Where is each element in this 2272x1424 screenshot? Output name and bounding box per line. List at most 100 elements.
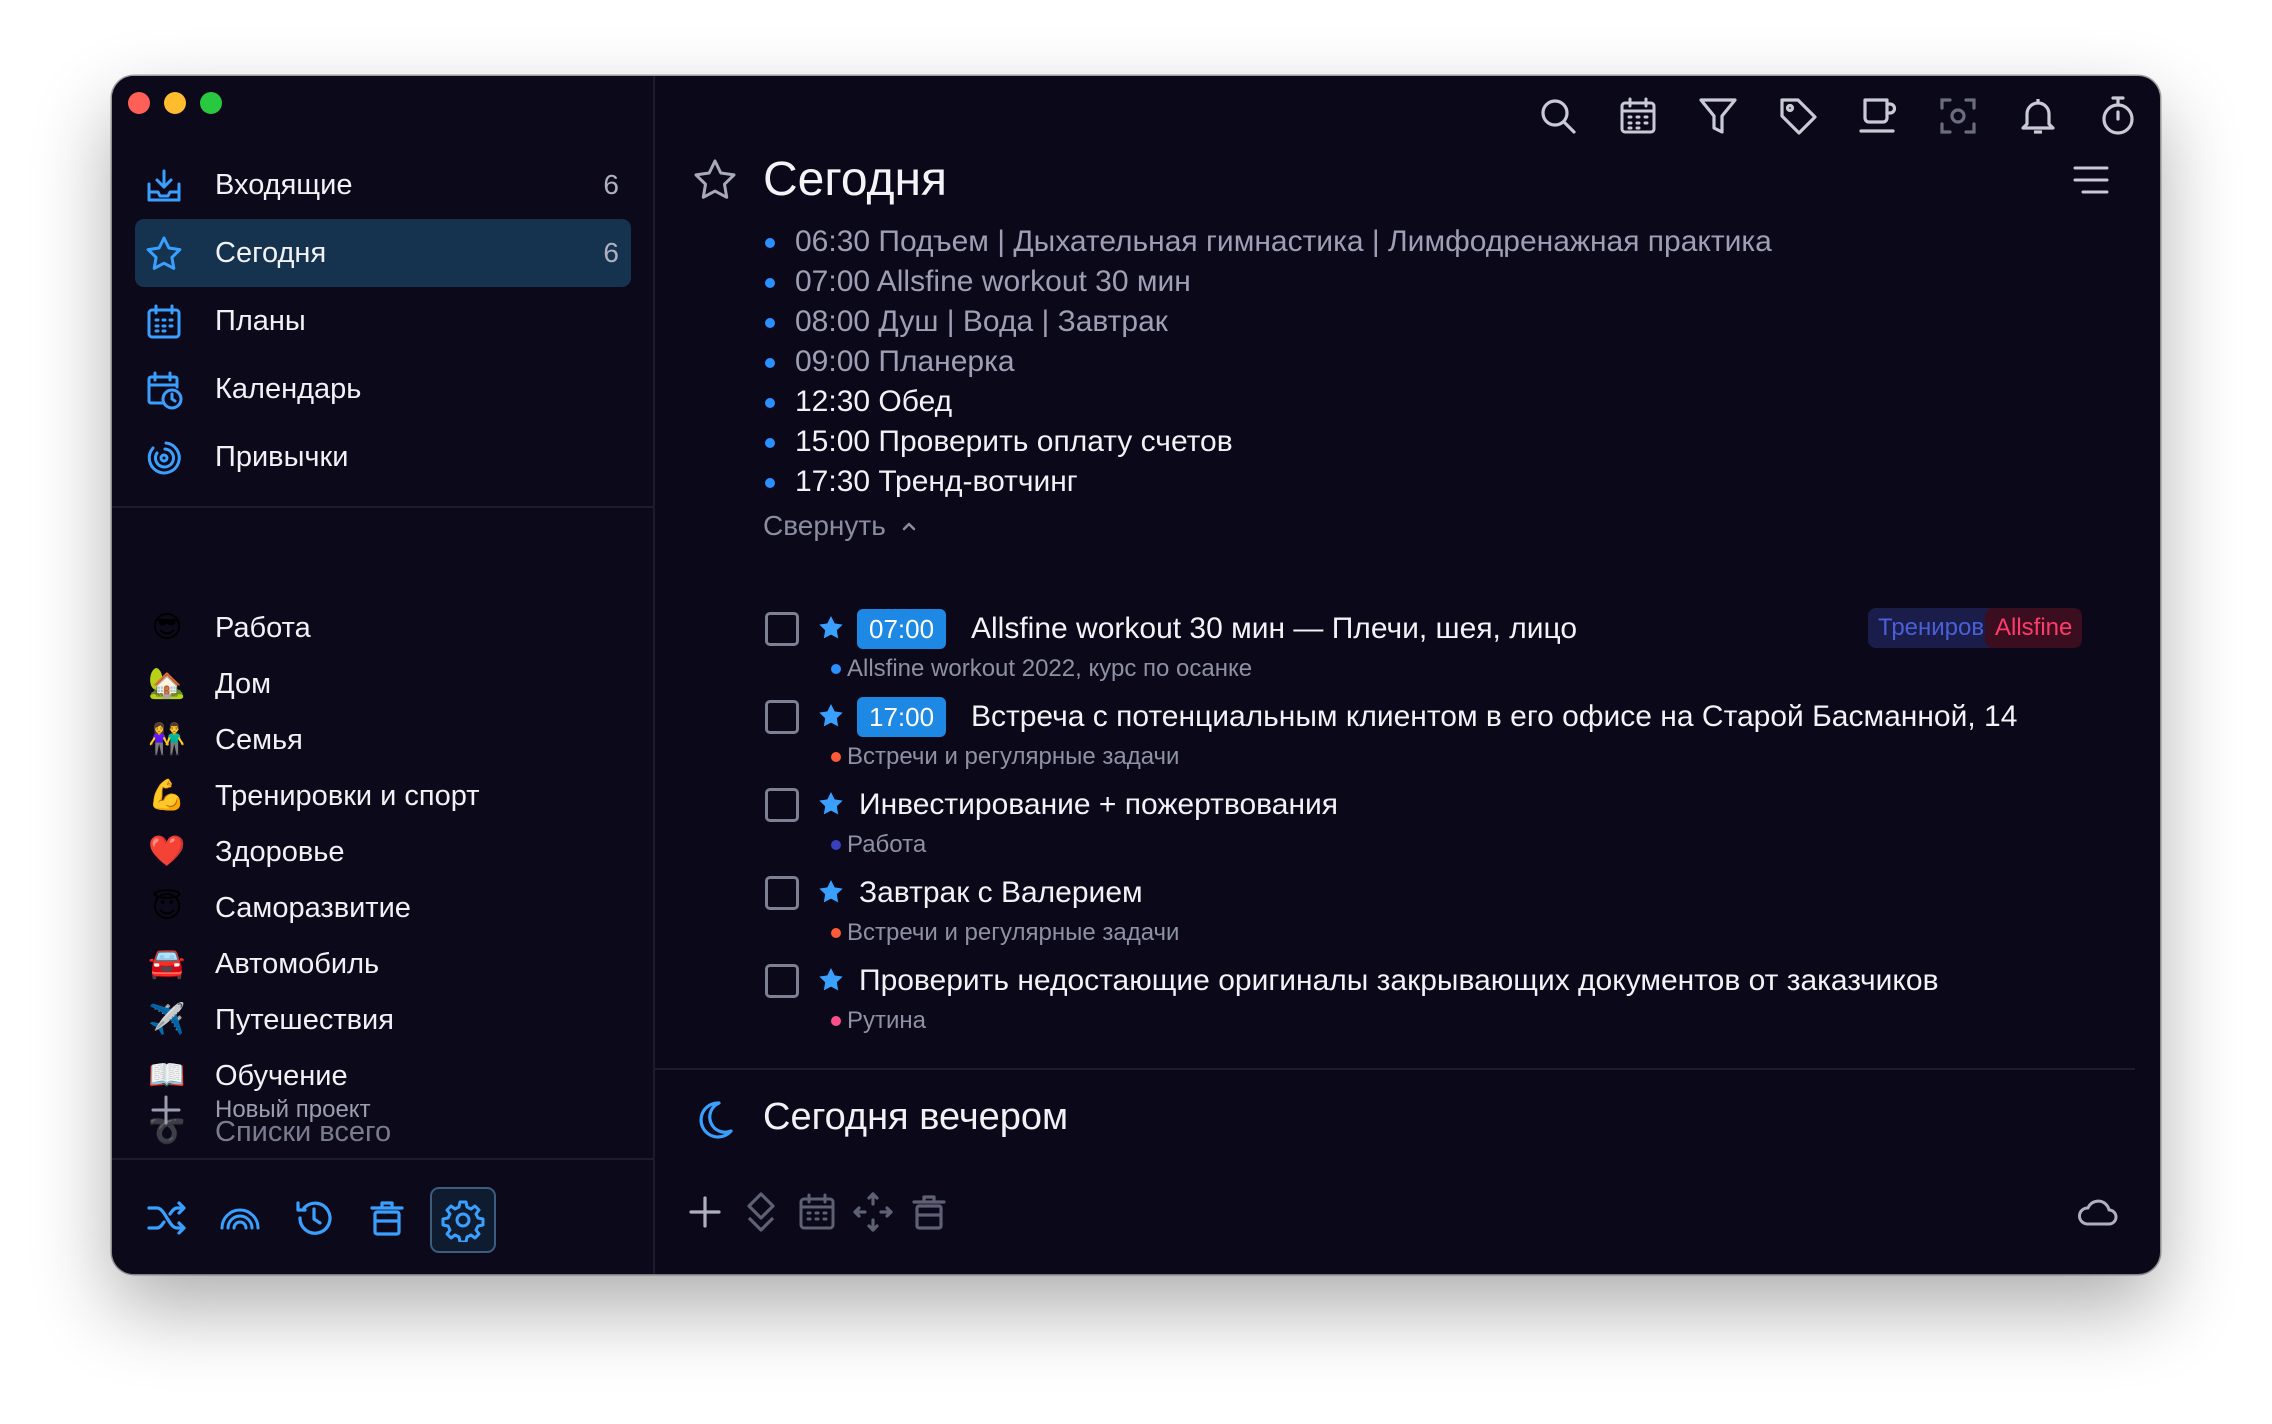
task-row[interactable]: 07:00 Allsfine workout 30 мин — Плечи, ш… <box>763 606 2143 694</box>
gear-icon <box>441 1200 485 1242</box>
task-project: Allsfine workout 2022, курс по осанке <box>830 655 1253 682</box>
project-item-home[interactable]: 🏡 Дом <box>135 656 631 712</box>
tag-icon[interactable] <box>1776 94 1820 138</box>
project-item-training[interactable]: 💪 Тренировки и спорт <box>135 768 631 824</box>
project-label: Тренировки и спорт <box>215 779 480 812</box>
main-panel: Сегодня 06:30 Подъем | Дыхательная гимна… <box>655 76 2160 1274</box>
plus-icon <box>151 1095 181 1125</box>
schedule-icon[interactable] <box>795 1190 839 1234</box>
priority-star-icon <box>819 704 843 727</box>
project-label: Здоровье <box>215 835 345 868</box>
calendar-clock-icon <box>147 371 183 410</box>
calendar-icon[interactable] <box>1616 94 1660 138</box>
task-title: Allsfine workout 30 мин — Плечи, шея, ли… <box>971 612 1578 645</box>
project-emoji-icon: ❤️ <box>148 835 186 868</box>
close-window-button[interactable] <box>128 92 150 114</box>
sidebar-bottom-divider <box>112 1158 653 1160</box>
sidebar-divider <box>112 506 653 508</box>
page-title: Сегодня <box>763 153 947 206</box>
sidebar-item-count: 6 <box>603 237 619 268</box>
task-row[interactable]: Завтрак с Валерием Встречи и регулярные … <box>763 870 2143 958</box>
note-item: 12:30 Обед <box>763 382 1772 422</box>
new-project-button[interactable]: Новый проект <box>135 1088 631 1132</box>
sidebar-item-plans[interactable]: Планы <box>135 287 631 355</box>
task-checkbox[interactable] <box>765 700 799 734</box>
habits-icon <box>147 441 181 475</box>
trash-icon <box>370 1201 404 1236</box>
task-project: Рутина <box>830 1007 927 1034</box>
task-row[interactable]: Проверить недостающие оригиналы закрываю… <box>763 958 2143 1046</box>
shuffle-button[interactable] <box>136 1187 198 1249</box>
filter-icon[interactable] <box>1696 94 1740 138</box>
cloud-sync-icon[interactable] <box>2075 1190 2119 1234</box>
task-title: Проверить недостающие оригиналы закрываю… <box>859 964 1939 997</box>
project-item-car[interactable]: 🚘 Автомобиль <box>135 936 631 992</box>
project-label: Работа <box>215 611 311 644</box>
project-item-travel[interactable]: ✈️ Путешествия <box>135 992 631 1048</box>
project-label: Путешествия <box>215 1003 394 1036</box>
arrows-icon[interactable] <box>851 1190 895 1234</box>
settings-button[interactable] <box>430 1187 496 1253</box>
sidebar-item-label: Привычки <box>215 440 349 473</box>
history-button[interactable] <box>283 1187 345 1249</box>
sidebar-item-calendar[interactable]: Календарь <box>135 355 631 423</box>
sidebar-item-habits[interactable]: Привычки <box>135 423 631 491</box>
task-checkbox[interactable] <box>765 612 799 646</box>
coffee-break-icon[interactable] <box>1856 94 1900 138</box>
sidebar-item-inbox[interactable]: Входящие 6 <box>135 151 631 219</box>
minimize-window-button[interactable] <box>164 92 186 114</box>
sidebar-item-today[interactable]: Сегодня 6 <box>135 219 631 287</box>
task-row[interactable]: 17:00 Встреча с потенциальным клиентом в… <box>763 694 2143 782</box>
trash-button[interactable] <box>356 1187 418 1249</box>
app-window: Входящие 6 Сегодня 6 Планы Календарь При… <box>112 76 2160 1274</box>
moon-icon <box>699 1101 733 1139</box>
note-item: 15:00 Проверить оплату счетов <box>763 422 1772 462</box>
project-item-self-development[interactable]: 😇 Саморазвитие <box>135 880 631 936</box>
note-item: 07:00 Allsfine workout 30 мин <box>763 262 1772 302</box>
history-icon <box>296 1201 332 1235</box>
task-checkbox[interactable] <box>765 788 799 822</box>
collapse-label: Свернуть <box>763 510 886 541</box>
task-title: Инвестирование + пожертвования <box>859 788 1339 821</box>
add-task-icon[interactable] <box>683 1190 727 1234</box>
today-notes: 06:30 Подъем | Дыхательная гимнастика | … <box>763 222 1772 502</box>
project-emoji-icon: 🏡 <box>148 667 186 700</box>
focus-icon[interactable] <box>1936 94 1980 138</box>
menu-icon[interactable] <box>2071 160 2111 200</box>
zoom-window-button[interactable] <box>200 92 222 114</box>
summary-button[interactable] <box>209 1187 271 1249</box>
move-icon[interactable] <box>739 1190 783 1234</box>
priority-star-icon <box>819 792 843 815</box>
project-item-health[interactable]: ❤️ Здоровье <box>135 824 631 880</box>
sidebar-bottom-toolbar <box>112 1162 653 1274</box>
bell-icon[interactable] <box>2016 94 2060 138</box>
task-checkbox[interactable] <box>765 964 799 998</box>
project-label: Автомобиль <box>215 947 380 980</box>
priority-star-icon <box>819 880 843 903</box>
task-row[interactable]: Инвестирование + пожертвования Работа <box>763 782 2143 870</box>
task-time-badge: 07:00 <box>857 609 947 649</box>
delete-icon[interactable] <box>907 1190 951 1234</box>
note-item: 17:30 Тренд-вотчинг <box>763 462 1772 502</box>
sidebar: Входящие 6 Сегодня 6 Планы Календарь При… <box>112 76 655 1274</box>
project-item-work[interactable]: 😎 Работа <box>135 600 631 656</box>
task-title: Встреча с потенциальным клиентом в его о… <box>971 700 2018 733</box>
star-icon <box>146 236 182 270</box>
sidebar-item-label: Сегодня <box>215 236 327 269</box>
note-item: 06:30 Подъем | Дыхательная гимнастика | … <box>763 222 1772 262</box>
project-list: 😎 Работа 🏡 Дом 👫 Семья 💪 Тренировки и сп… <box>135 600 631 1160</box>
tag-allsfine[interactable]: Allsfine <box>1985 608 2083 648</box>
plans-calendar-icon <box>147 304 181 339</box>
task-checkbox[interactable] <box>765 876 799 910</box>
task-list: 07:00 Allsfine workout 30 мин — Плечи, ш… <box>763 606 2143 1046</box>
project-emoji-icon: 🚘 <box>148 947 186 980</box>
collapse-notes-button[interactable]: Свернуть <box>763 510 918 542</box>
timer-icon[interactable] <box>2096 94 2140 138</box>
project-item-family[interactable]: 👫 Семья <box>135 712 631 768</box>
project-emoji-icon: 💪 <box>148 779 186 812</box>
note-item: 08:00 Душ | Вода | Завтрак <box>763 302 1772 342</box>
task-title: Завтрак с Валерием <box>859 876 1143 909</box>
search-icon[interactable] <box>1536 94 1580 138</box>
sidebar-item-count: 6 <box>603 169 619 200</box>
favorite-star-icon[interactable] <box>691 156 739 204</box>
